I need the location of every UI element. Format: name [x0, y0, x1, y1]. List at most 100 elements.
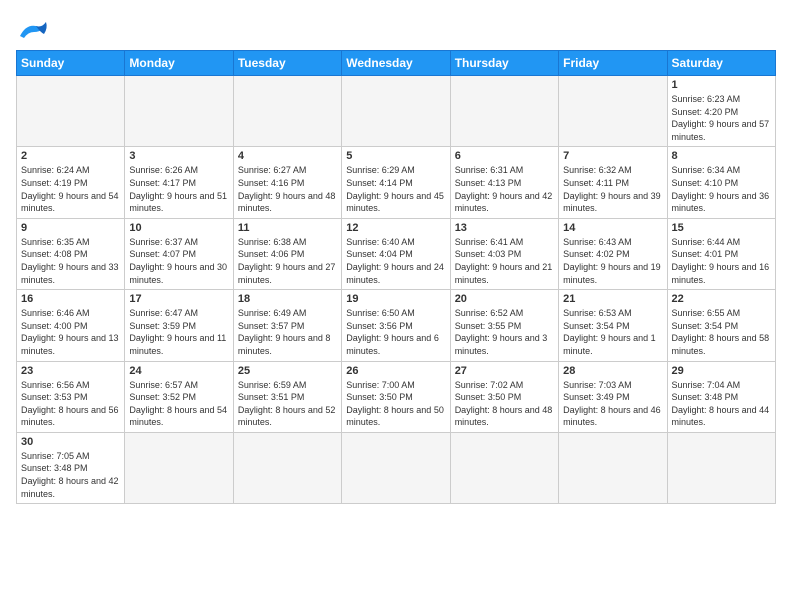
- day-cell: 6 Sunrise: 6:31 AM Sunset: 4:13 PM Daylig…: [450, 147, 558, 218]
- day-info: Sunrise: 6:26 AM Sunset: 4:17 PM Dayligh…: [129, 164, 228, 214]
- day-cell: 14 Sunrise: 6:43 AM Sunset: 4:02 PM Dayli…: [559, 218, 667, 289]
- day-cell: 28 Sunrise: 7:03 AM Sunset: 3:49 PM Dayli…: [559, 361, 667, 432]
- day-info: Sunrise: 7:05 AM Sunset: 3:48 PM Dayligh…: [21, 450, 120, 500]
- day-cell: [125, 432, 233, 503]
- day-number: 16: [21, 293, 120, 305]
- day-number: 20: [455, 293, 554, 305]
- day-cell: 8Sunrise: 6:34 AM Sunset: 4:10 PM Daylig…: [667, 147, 775, 218]
- logo-bird-icon: [16, 18, 52, 40]
- week-row-2: 9Sunrise: 6:35 AM Sunset: 4:08 PM Daylig…: [17, 218, 776, 289]
- day-info: Sunrise: 7:03 AM Sunset: 3:49 PM Dayligh…: [563, 379, 662, 429]
- day-number: 19: [346, 293, 445, 305]
- day-number: 25: [238, 365, 337, 377]
- day-cell: 9Sunrise: 6:35 AM Sunset: 4:08 PM Daylig…: [17, 218, 125, 289]
- day-number: 29: [672, 365, 771, 377]
- day-cell: [450, 432, 558, 503]
- day-number: 26: [346, 365, 445, 377]
- weekday-header-friday: Friday: [559, 51, 667, 76]
- day-cell: [233, 432, 341, 503]
- day-cell: 13 Sunrise: 6:41 AM Sunset: 4:03 PM Dayli…: [450, 218, 558, 289]
- calendar-table: SundayMondayTuesdayWednesdayThursdayFrid…: [16, 50, 776, 504]
- day-cell: 2 Sunrise: 6:24 AM Sunset: 4:19 PM Daylig…: [17, 147, 125, 218]
- day-info: Sunrise: 6:41 AM Sunset: 4:03 PM Dayligh…: [455, 236, 554, 286]
- day-info: Sunrise: 7:00 AM Sunset: 3:50 PM Dayligh…: [346, 379, 445, 429]
- day-info: Sunrise: 6:53 AM Sunset: 3:54 PM Dayligh…: [563, 307, 662, 357]
- day-info: Sunrise: 7:04 AM Sunset: 3:48 PM Dayligh…: [672, 379, 771, 429]
- week-row-0: 1Sunrise: 6:23 AM Sunset: 4:20 PM Daylig…: [17, 76, 776, 147]
- day-number: 28: [563, 365, 662, 377]
- day-number: 14: [563, 222, 662, 234]
- day-info: Sunrise: 6:47 AM Sunset: 3:59 PM Dayligh…: [129, 307, 228, 357]
- day-number: 23: [21, 365, 120, 377]
- weekday-header-saturday: Saturday: [667, 51, 775, 76]
- day-cell: 10 Sunrise: 6:37 AM Sunset: 4:07 PM Dayli…: [125, 218, 233, 289]
- day-cell: 22 Sunrise: 6:55 AM Sunset: 3:54 PM Dayli…: [667, 290, 775, 361]
- day-info: Sunrise: 6:29 AM Sunset: 4:14 PM Dayligh…: [346, 164, 445, 214]
- day-info: Sunrise: 6:55 AM Sunset: 3:54 PM Dayligh…: [672, 307, 771, 357]
- logo: [16, 16, 52, 40]
- day-info: Sunrise: 6:24 AM Sunset: 4:19 PM Dayligh…: [21, 164, 120, 214]
- page: SundayMondayTuesdayWednesdayThursdayFrid…: [0, 0, 792, 612]
- day-info: Sunrise: 6:37 AM Sunset: 4:07 PM Dayligh…: [129, 236, 228, 286]
- day-number: 30: [21, 436, 120, 448]
- day-info: Sunrise: 6:31 AM Sunset: 4:13 PM Dayligh…: [455, 164, 554, 214]
- day-cell: [342, 76, 450, 147]
- weekday-header-monday: Monday: [125, 51, 233, 76]
- day-info: Sunrise: 6:59 AM Sunset: 3:51 PM Dayligh…: [238, 379, 337, 429]
- day-cell: [342, 432, 450, 503]
- day-cell: [233, 76, 341, 147]
- week-row-1: 2 Sunrise: 6:24 AM Sunset: 4:19 PM Daylig…: [17, 147, 776, 218]
- day-info: Sunrise: 6:23 AM Sunset: 4:20 PM Dayligh…: [672, 93, 771, 143]
- day-info: Sunrise: 6:56 AM Sunset: 3:53 PM Dayligh…: [21, 379, 120, 429]
- week-row-5: 30 Sunrise: 7:05 AM Sunset: 3:48 PM Dayli…: [17, 432, 776, 503]
- day-number: 21: [563, 293, 662, 305]
- weekday-header-wednesday: Wednesday: [342, 51, 450, 76]
- day-number: 27: [455, 365, 554, 377]
- day-cell: 24Sunrise: 6:57 AM Sunset: 3:52 PM Dayli…: [125, 361, 233, 432]
- day-info: Sunrise: 6:52 AM Sunset: 3:55 PM Dayligh…: [455, 307, 554, 357]
- day-cell: 11Sunrise: 6:38 AM Sunset: 4:06 PM Dayli…: [233, 218, 341, 289]
- day-cell: 15 Sunrise: 6:44 AM Sunset: 4:01 PM Dayli…: [667, 218, 775, 289]
- day-number: 24: [129, 365, 228, 377]
- day-cell: 27Sunrise: 7:02 AM Sunset: 3:50 PM Dayli…: [450, 361, 558, 432]
- week-row-4: 23 Sunrise: 6:56 AM Sunset: 3:53 PM Dayli…: [17, 361, 776, 432]
- day-number: 11: [238, 222, 337, 234]
- day-cell: 19 Sunrise: 6:50 AM Sunset: 3:56 PM Dayli…: [342, 290, 450, 361]
- day-info: Sunrise: 6:46 AM Sunset: 4:00 PM Dayligh…: [21, 307, 120, 357]
- day-number: 13: [455, 222, 554, 234]
- day-info: Sunrise: 6:40 AM Sunset: 4:04 PM Dayligh…: [346, 236, 445, 286]
- day-number: 15: [672, 222, 771, 234]
- day-cell: [559, 432, 667, 503]
- day-number: 5: [346, 150, 445, 162]
- day-info: Sunrise: 6:34 AM Sunset: 4:10 PM Dayligh…: [672, 164, 771, 214]
- day-number: 9: [21, 222, 120, 234]
- day-cell: 17 Sunrise: 6:47 AM Sunset: 3:59 PM Dayli…: [125, 290, 233, 361]
- day-cell: 26 Sunrise: 7:00 AM Sunset: 3:50 PM Dayli…: [342, 361, 450, 432]
- day-number: 17: [129, 293, 228, 305]
- day-info: Sunrise: 6:43 AM Sunset: 4:02 PM Dayligh…: [563, 236, 662, 286]
- day-cell: 4Sunrise: 6:27 AM Sunset: 4:16 PM Daylig…: [233, 147, 341, 218]
- day-cell: [125, 76, 233, 147]
- weekday-header-thursday: Thursday: [450, 51, 558, 76]
- day-cell: [667, 432, 775, 503]
- day-number: 18: [238, 293, 337, 305]
- week-row-3: 16 Sunrise: 6:46 AM Sunset: 4:00 PM Dayli…: [17, 290, 776, 361]
- day-number: 10: [129, 222, 228, 234]
- day-info: Sunrise: 6:50 AM Sunset: 3:56 PM Dayligh…: [346, 307, 445, 357]
- day-number: 6: [455, 150, 554, 162]
- day-cell: 16 Sunrise: 6:46 AM Sunset: 4:00 PM Dayli…: [17, 290, 125, 361]
- day-number: 7: [563, 150, 662, 162]
- day-number: 2: [21, 150, 120, 162]
- day-cell: [450, 76, 558, 147]
- day-cell: [559, 76, 667, 147]
- day-cell: 12 Sunrise: 6:40 AM Sunset: 4:04 PM Dayli…: [342, 218, 450, 289]
- day-cell: 3 Sunrise: 6:26 AM Sunset: 4:17 PM Daylig…: [125, 147, 233, 218]
- day-cell: 23 Sunrise: 6:56 AM Sunset: 3:53 PM Dayli…: [17, 361, 125, 432]
- day-number: 22: [672, 293, 771, 305]
- weekday-header-tuesday: Tuesday: [233, 51, 341, 76]
- day-info: Sunrise: 6:44 AM Sunset: 4:01 PM Dayligh…: [672, 236, 771, 286]
- day-number: 3: [129, 150, 228, 162]
- day-number: 12: [346, 222, 445, 234]
- day-cell: [17, 76, 125, 147]
- day-info: Sunrise: 6:32 AM Sunset: 4:11 PM Dayligh…: [563, 164, 662, 214]
